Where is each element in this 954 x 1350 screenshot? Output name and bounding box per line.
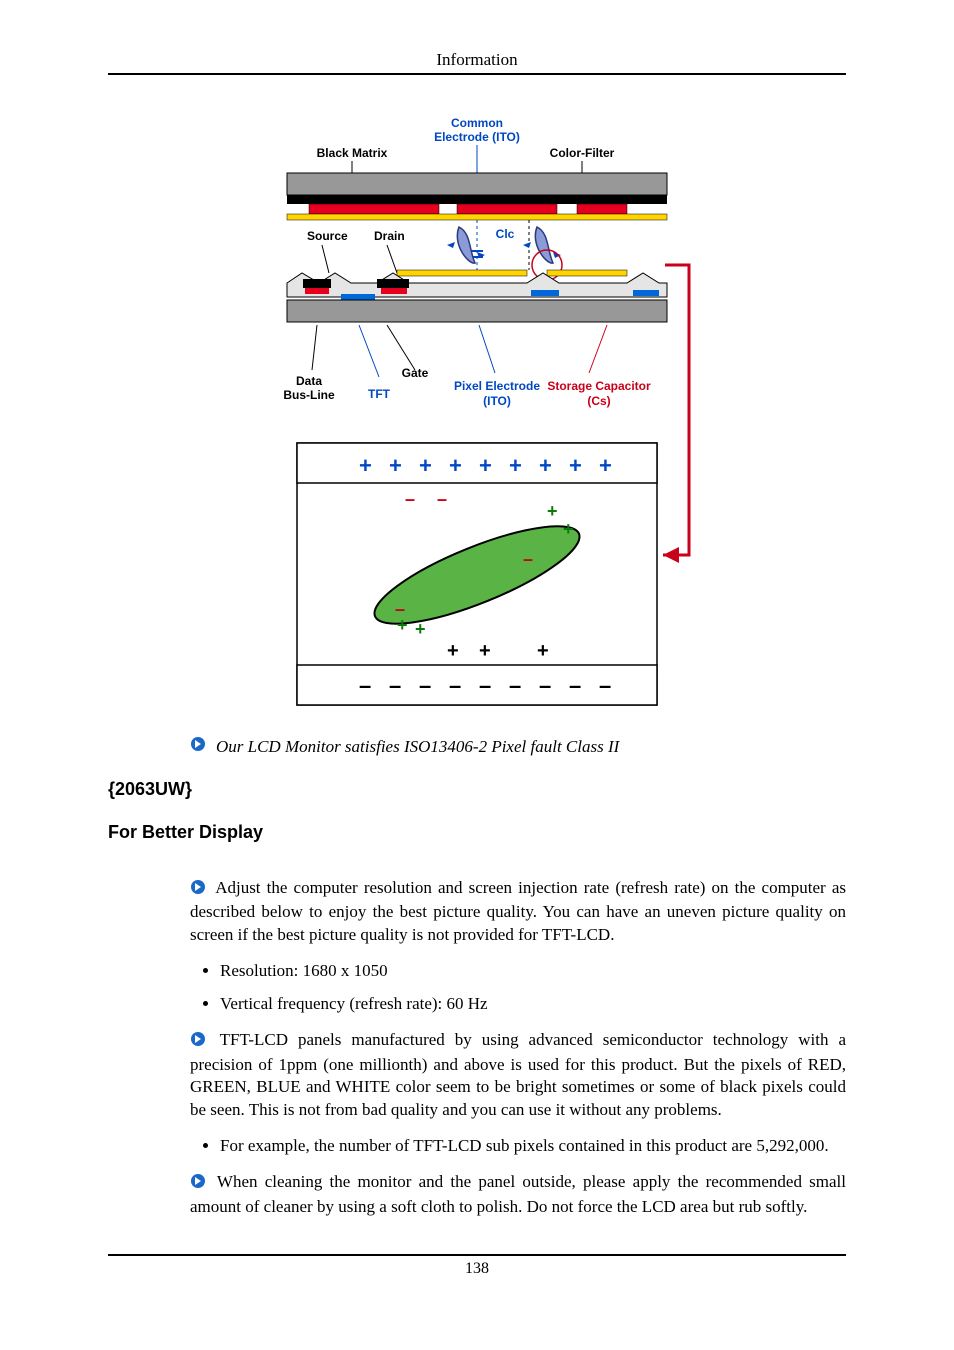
- arrow-bullet-icon: [190, 1173, 206, 1195]
- svg-text:+: +: [547, 501, 558, 521]
- bullet-subpixels: For example, the number of TFT-LCD sub p…: [220, 1135, 846, 1157]
- section-heading: For Better Display: [108, 822, 846, 843]
- iso-note: Our LCD Monitor satisfies ISO13406-2 Pix…: [190, 736, 846, 757]
- label-storage-cap: Storage Capacitor: [547, 379, 651, 393]
- label-common-electrode: Common: [451, 116, 503, 130]
- arrow-bullet-icon: [190, 1031, 206, 1053]
- arrow-bullet-icon: [190, 879, 206, 901]
- model-heading: {2063UW}: [108, 779, 846, 800]
- label-pixel-electrode: Pixel Electrode: [454, 379, 540, 393]
- svg-text:+: +: [509, 453, 522, 478]
- label-black-matrix: Black Matrix: [317, 146, 388, 160]
- svg-text:+: +: [479, 640, 491, 662]
- svg-text:+: +: [359, 453, 372, 478]
- svg-text:–: –: [419, 673, 431, 698]
- label-source: Source: [307, 229, 348, 243]
- svg-text:+: +: [389, 453, 402, 478]
- svg-text:–: –: [569, 673, 581, 698]
- svg-text:+: +: [569, 453, 582, 478]
- svg-text:–: –: [389, 673, 401, 698]
- label-drain: Drain: [374, 229, 405, 243]
- label-storage-cap-2: (Cs): [587, 394, 610, 408]
- label-gate: Gate: [402, 366, 429, 380]
- svg-text:+: +: [539, 453, 552, 478]
- paragraph-3: When cleaning the monitor and the panel …: [190, 1171, 846, 1218]
- svg-text:–: –: [539, 673, 551, 698]
- label-data-bus: Data: [296, 374, 322, 388]
- header-rule: [108, 73, 846, 75]
- content-block: Adjust the computer resolution and scree…: [190, 877, 846, 1218]
- bullet-refresh: Vertical frequency (refresh rate): 60 Hz: [220, 993, 846, 1015]
- svg-text:+: +: [537, 640, 549, 662]
- svg-text:+: +: [563, 519, 574, 539]
- paragraph-2: TFT-LCD panels manufactured by using adv…: [190, 1029, 846, 1121]
- svg-text:–: –: [405, 489, 415, 509]
- svg-text:+: +: [447, 640, 459, 662]
- svg-text:+: +: [397, 615, 408, 635]
- svg-text:+: +: [599, 453, 612, 478]
- svg-text:+: +: [419, 453, 432, 478]
- label-color-filter: Color-Filter: [550, 146, 615, 160]
- label-common-electrode-2: Electrode (ITO): [434, 130, 520, 144]
- paragraph-1: Adjust the computer resolution and scree…: [190, 877, 846, 946]
- svg-text:+: +: [449, 453, 462, 478]
- svg-text:–: –: [523, 549, 533, 569]
- tft-diagram-figure: Common Electrode (ITO) Black Matrix Colo…: [108, 115, 846, 720]
- page-number: 138: [108, 1256, 846, 1278]
- label-data-bus-2: Bus-Line: [283, 388, 335, 402]
- svg-text:–: –: [479, 673, 491, 698]
- label-clc: Clc: [496, 227, 515, 241]
- svg-text:–: –: [599, 673, 611, 698]
- header-title: Information: [108, 50, 846, 73]
- svg-text:–: –: [359, 673, 371, 698]
- svg-text:–: –: [509, 673, 521, 698]
- bullet-resolution: Resolution: 1680 x 1050: [220, 960, 846, 982]
- arrow-bullet-icon: [190, 736, 206, 757]
- label-pixel-electrode-2: (ITO): [483, 394, 511, 408]
- label-tft: TFT: [368, 387, 391, 401]
- iso-note-text: Our LCD Monitor satisfies ISO13406-2 Pix…: [216, 737, 619, 757]
- svg-text:+: +: [479, 453, 492, 478]
- svg-text:–: –: [437, 489, 447, 509]
- svg-text:–: –: [449, 673, 461, 698]
- svg-text:+: +: [415, 619, 426, 639]
